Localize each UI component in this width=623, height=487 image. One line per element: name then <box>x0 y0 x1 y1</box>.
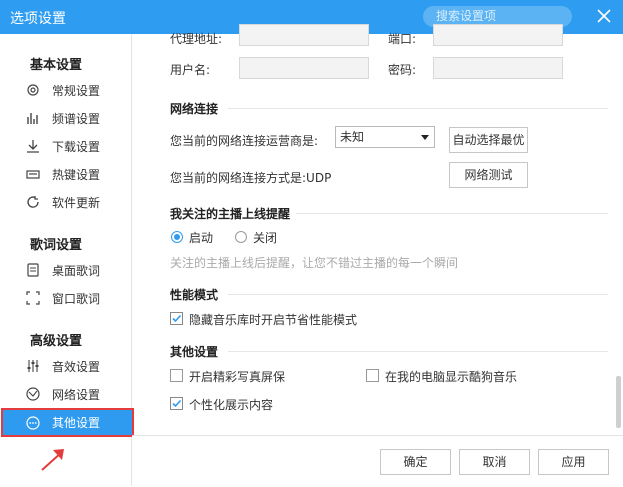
sidebar-item-network[interactable]: 网络设置 <box>26 383 132 405</box>
sidebar-item-label: 其他设置 <box>52 416 101 430</box>
proxy-username-label: 用户名: <box>170 63 211 77</box>
scrollbar-thumb[interactable] <box>616 376 621 428</box>
proxy-password-input[interactable] <box>433 57 563 79</box>
personalized-content-label: 个性化展示内容 <box>189 398 274 412</box>
sidebar-item-update[interactable]: 软件更新 <box>26 191 132 213</box>
keyboard-icon <box>26 170 40 179</box>
proxy-password-label: 密码: <box>388 63 417 77</box>
reminder-on-radio[interactable] <box>171 231 183 243</box>
sidebar: 基本设置 常规设置 频谱设置 下载设置 热键设置 软件更新 歌词设置 桌面歌词 … <box>0 34 134 486</box>
desktop-lyrics-icon <box>27 263 39 277</box>
gear-icon <box>27 84 39 96</box>
auto-select-button[interactable]: 自动选择最优 <box>449 127 528 153</box>
reminder-off-label: 关闭 <box>253 231 278 245</box>
sidebar-item-label: 网络设置 <box>52 387 101 402</box>
reminder-section-title: 我关注的主播上线提醒 <box>170 207 291 221</box>
show-in-my-computer-checkbox[interactable] <box>366 369 379 382</box>
update-icon <box>27 196 39 208</box>
proxy-username-input[interactable] <box>239 57 369 79</box>
sidebar-item-spectrum[interactable]: 频谱设置 <box>26 107 132 129</box>
sidebar-item-label: 热键设置 <box>52 167 101 182</box>
section-divider <box>296 213 608 214</box>
proxy-address-input[interactable] <box>239 24 369 46</box>
spectrum-icon <box>27 113 38 124</box>
download-icon <box>27 140 39 153</box>
sidebar-item-download[interactable]: 下载设置 <box>26 135 132 157</box>
sidebar-item-label: 音效设置 <box>52 359 101 374</box>
sidebar-item-window-lyrics[interactable]: 窗口歌词 <box>26 287 132 309</box>
red-arrow-icon <box>41 449 64 471</box>
window-lyrics-icon <box>26 291 40 305</box>
sidebar-item-label: 下载设置 <box>52 139 101 154</box>
sidebar-item-label: 桌面歌词 <box>52 263 101 278</box>
section-divider <box>228 294 608 295</box>
section-divider <box>228 351 608 352</box>
sidebar-item-label: 软件更新 <box>52 195 101 210</box>
performance-mode-checkbox[interactable] <box>170 312 183 325</box>
settings-panel: 代理地址: 端口: 用户名: 密码: 网络连接 您当前的网络连接运营商是: 未知… <box>132 24 623 486</box>
sidebar-group-lyrics: 歌词设置 <box>30 238 83 253</box>
show-in-my-computer-label: 在我的电脑显示酷狗音乐 <box>385 370 518 384</box>
chevron-down-icon <box>421 135 429 140</box>
connection-method-label: 您当前的网络连接方式是:UDP <box>170 171 332 185</box>
checkmark-icon <box>172 399 182 408</box>
sidebar-item-sound-effect[interactable]: 音效设置 <box>26 355 132 377</box>
network-section-title: 网络连接 <box>170 102 219 116</box>
equalizer-icon <box>27 360 39 372</box>
carrier-label: 您当前的网络连接运营商是: <box>170 134 319 148</box>
ok-button[interactable]: 确定 <box>380 449 451 475</box>
carrier-select[interactable]: 未知 <box>335 126 435 148</box>
close-icon[interactable] <box>594 6 614 26</box>
performance-section-title: 性能模式 <box>170 288 219 302</box>
sidebar-item-label: 常规设置 <box>52 83 101 98</box>
carrier-select-value: 未知 <box>340 130 365 144</box>
sidebar-item-general[interactable]: 常规设置 <box>26 79 132 101</box>
other-section-title: 其他设置 <box>170 345 219 359</box>
section-divider <box>228 108 608 109</box>
proxy-port-label: 端口: <box>388 32 417 46</box>
apply-button[interactable]: 应用 <box>538 449 609 475</box>
reminder-on-label: 启动 <box>189 231 214 245</box>
checkmark-icon <box>172 314 182 323</box>
network-test-button[interactable]: 网络测试 <box>449 162 528 188</box>
reminder-hint: 关注的主播上线后提醒，让您不错过主播的每一个瞬间 <box>170 256 459 270</box>
sidebar-item-label: 窗口歌词 <box>52 291 101 306</box>
footer-bar: 确定 取消 应用 <box>132 435 623 487</box>
sidebar-item-label: 频谱设置 <box>52 111 101 126</box>
sidebar-group-advanced: 高级设置 <box>30 334 83 349</box>
more-icon <box>26 415 40 430</box>
screensaver-label: 开启精彩写真屏保 <box>189 370 286 384</box>
screensaver-checkbox[interactable] <box>170 369 183 382</box>
reminder-off-radio[interactable] <box>235 231 247 243</box>
cancel-button[interactable]: 取消 <box>459 449 530 475</box>
window-title: 选项设置 <box>10 11 66 27</box>
sidebar-item-desktop-lyrics[interactable]: 桌面歌词 <box>26 259 132 281</box>
network-icon <box>26 387 40 401</box>
proxy-port-input[interactable] <box>433 24 563 46</box>
sidebar-group-basic: 基本设置 <box>30 58 83 73</box>
sidebar-item-other[interactable]: 其他设置 <box>1 408 134 437</box>
sidebar-item-hotkey[interactable]: 热键设置 <box>26 163 132 185</box>
proxy-address-label: 代理地址: <box>170 32 223 46</box>
personalized-content-checkbox[interactable] <box>170 397 183 410</box>
performance-mode-label: 隐藏音乐库时开启节省性能模式 <box>189 313 358 327</box>
